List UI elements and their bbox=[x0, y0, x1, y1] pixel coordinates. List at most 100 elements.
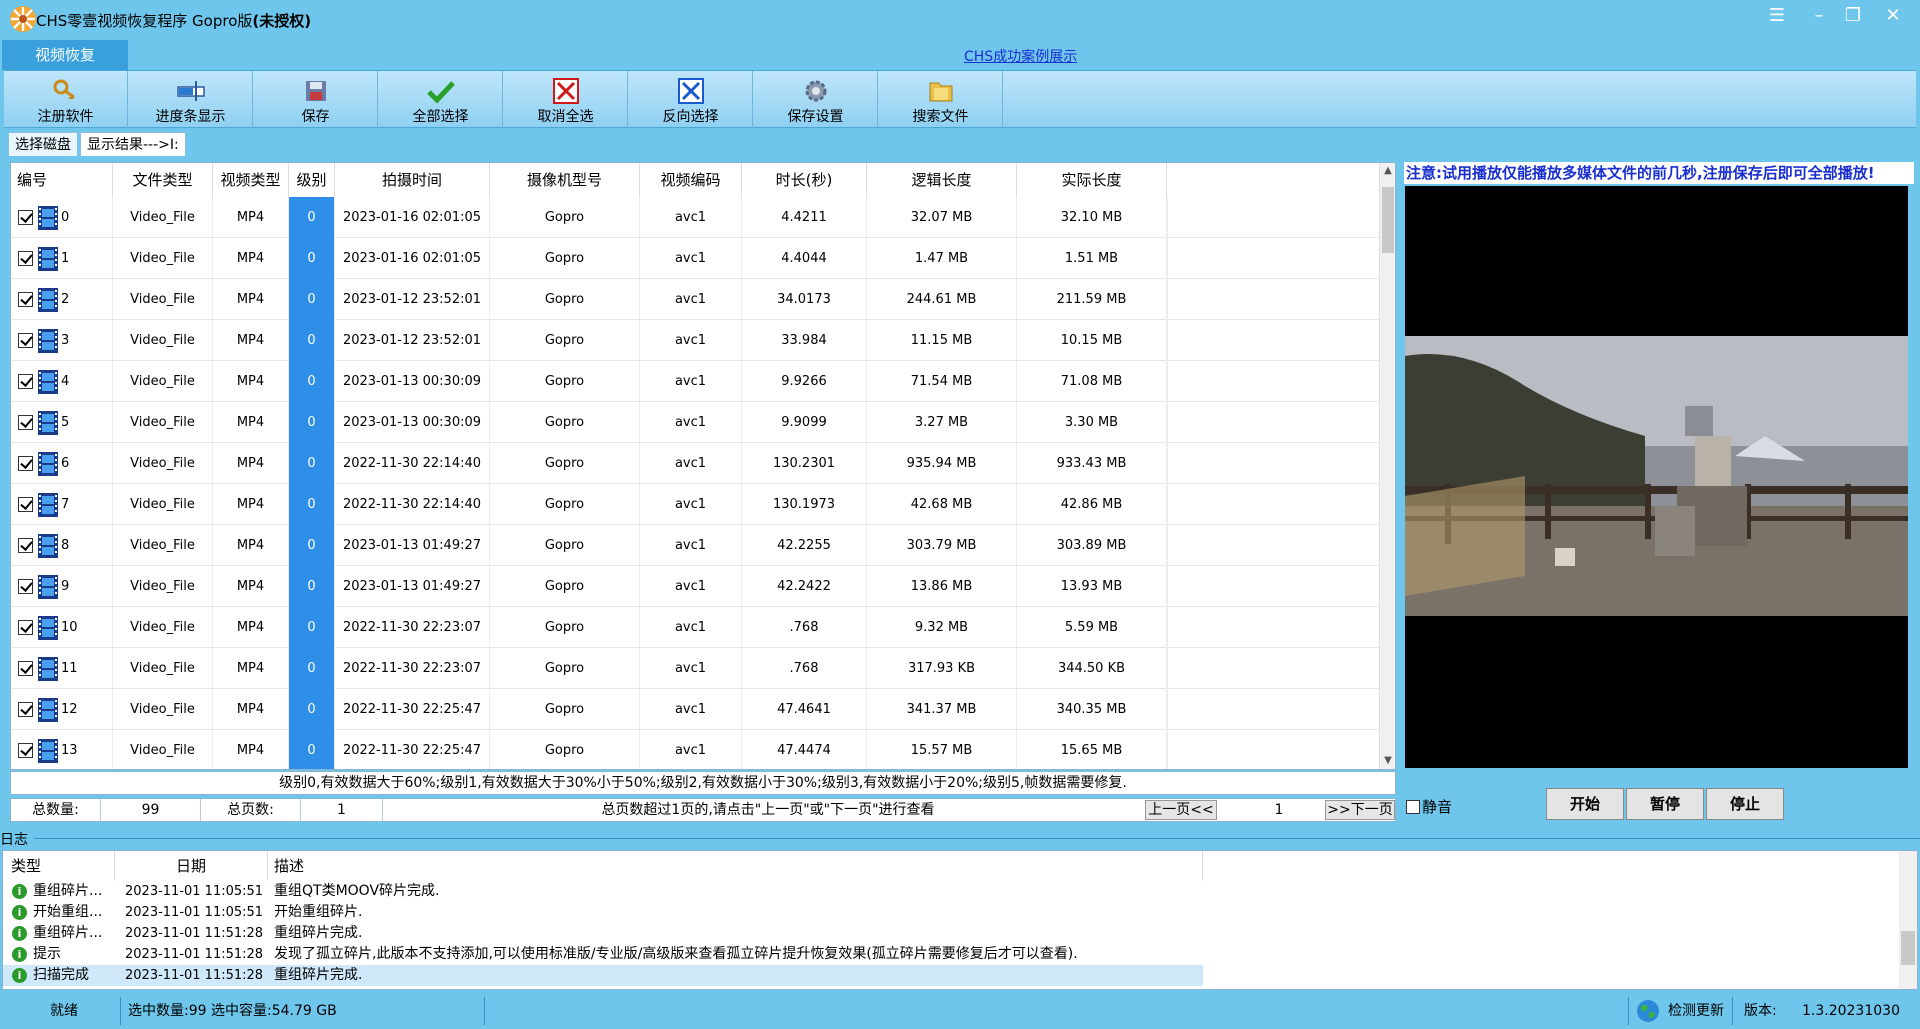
cell-camera: Gopro bbox=[490, 443, 640, 484]
table-row[interactable]: 5 Video_File MP4 0 2023-01-13 00:30:09 Gopro a… bbox=[11, 402, 1381, 443]
row-checkbox[interactable] bbox=[18, 333, 33, 348]
col-shot-time[interactable]: 拍摄时间 bbox=[335, 163, 490, 197]
table-row[interactable]: 7 Video_File MP4 0 2022-11-30 22:14:40 Gopro a… bbox=[11, 484, 1381, 525]
table-row[interactable]: 6 Video_File MP4 0 2022-11-30 22:14:40 Gopro a… bbox=[11, 443, 1381, 484]
next-page-button[interactable]: >>下一页 bbox=[1325, 800, 1395, 820]
log-row[interactable]: i 扫描完成 2023-11-01 11:51:28 重组碎片完成. bbox=[3, 965, 1203, 986]
cell-codec: avc1 bbox=[640, 607, 742, 648]
log-col-date[interactable]: 日期 bbox=[115, 851, 268, 881]
table-row[interactable]: 8 Video_File MP4 0 2023-01-13 01:49:27 Gopro a… bbox=[11, 525, 1381, 566]
save-settings-button[interactable]: 保存设置 bbox=[754, 71, 878, 129]
register-software-button[interactable]: 注册软件 bbox=[4, 71, 128, 129]
cell-duration: 130.2301 bbox=[742, 443, 867, 484]
cell-time: 2022-11-30 22:25:47 bbox=[335, 730, 490, 769]
check-update-link[interactable]: 检测更新 bbox=[1668, 993, 1724, 1029]
row-checkbox[interactable] bbox=[18, 620, 33, 635]
stop-button[interactable]: 停止 bbox=[1706, 788, 1784, 820]
progress-display-button[interactable]: 进度条显示 bbox=[129, 71, 253, 129]
col-duration[interactable]: 时长(秒) bbox=[742, 163, 867, 197]
cell-codec: avc1 bbox=[640, 566, 742, 607]
log-row[interactable]: i 开始重组... 2023-11-01 11:05:51 开始重组碎片. bbox=[3, 902, 1203, 923]
log-scrollbar[interactable] bbox=[1899, 851, 1917, 989]
info-icon: i bbox=[12, 926, 27, 941]
menu-icon[interactable]: ☰ bbox=[1762, 4, 1792, 28]
cell-codec: avc1 bbox=[640, 279, 742, 320]
col-video-type[interactable]: 视频类型 bbox=[213, 163, 289, 197]
table-row[interactable]: 2 Video_File MP4 0 2023-01-12 23:52:01 Gopro a… bbox=[11, 279, 1381, 320]
log-scroll-thumb[interactable] bbox=[1901, 931, 1915, 965]
current-page-input[interactable]: 1 bbox=[1219, 799, 1339, 821]
cell-ftype: Video_File bbox=[113, 320, 213, 361]
row-checkbox[interactable] bbox=[18, 743, 33, 758]
row-checkbox[interactable] bbox=[18, 210, 33, 225]
log-row[interactable]: i 重组碎片... 2023-11-01 11:05:51 重组QT类MOOV碎片完成… bbox=[3, 881, 1203, 902]
search-files-button[interactable]: 搜索文件 bbox=[879, 71, 1003, 129]
video-file-icon bbox=[38, 411, 58, 435]
maximize-button[interactable]: ❐ bbox=[1838, 4, 1868, 28]
row-end bbox=[1167, 197, 1168, 238]
cell-camera: Gopro bbox=[490, 361, 640, 402]
row-checkbox[interactable] bbox=[18, 579, 33, 594]
row-checkbox[interactable] bbox=[18, 251, 33, 266]
log-col-type[interactable]: 类型 bbox=[3, 851, 115, 881]
table-row[interactable]: 0 Video_File MP4 0 2023-01-16 02:01:05 Gopro a… bbox=[11, 197, 1381, 238]
status-separator bbox=[120, 997, 121, 1025]
table-row[interactable]: 3 Video_File MP4 0 2023-01-12 23:52:01 Gopro a… bbox=[11, 320, 1381, 361]
table-row[interactable]: 10 Video_File MP4 0 2022-11-30 22:23:07 Gopro… bbox=[11, 607, 1381, 648]
log-row[interactable]: i 重组碎片... 2023-11-01 11:51:28 重组碎片完成. bbox=[3, 923, 1203, 944]
table-row[interactable]: 11 Video_File MP4 0 2022-11-30 22:23:07 Gopro… bbox=[11, 648, 1381, 689]
col-level[interactable]: 级别 bbox=[289, 163, 335, 197]
cell-vtype: MP4 bbox=[213, 443, 289, 484]
col-actual-size[interactable]: 实际长度 bbox=[1017, 163, 1167, 197]
tab-show-results[interactable]: 显示结果--->I: bbox=[80, 132, 186, 156]
row-checkbox[interactable] bbox=[18, 374, 33, 389]
cell-ftype: Video_File bbox=[113, 197, 213, 238]
log-col-desc[interactable]: 描述 bbox=[268, 851, 1203, 881]
prev-page-button[interactable]: 上一页<< bbox=[1145, 800, 1217, 820]
row-index: 3 bbox=[61, 333, 70, 348]
row-checkbox[interactable] bbox=[18, 415, 33, 430]
col-codec[interactable]: 视频编码 bbox=[640, 163, 742, 197]
minimize-button[interactable]: – bbox=[1804, 4, 1834, 28]
cell-id: 9 bbox=[11, 566, 113, 607]
mute-box[interactable] bbox=[1406, 800, 1420, 814]
save-button[interactable]: 保存 bbox=[254, 71, 378, 129]
cell-level: 0 bbox=[289, 484, 335, 525]
col-camera-model[interactable]: 摄像机型号 bbox=[490, 163, 640, 197]
row-checkbox[interactable] bbox=[18, 538, 33, 553]
tab-select-disk[interactable]: 选择磁盘 bbox=[8, 132, 78, 156]
settings-icon bbox=[805, 80, 826, 102]
scroll-thumb[interactable] bbox=[1382, 187, 1394, 253]
close-button[interactable]: ✕ bbox=[1878, 4, 1908, 28]
log-row[interactable]: i 提示 2023-11-01 11:51:28 发现了孤立碎片,此版本不支持添加,可… bbox=[3, 944, 1203, 965]
row-checkbox[interactable] bbox=[18, 456, 33, 471]
success-cases-link[interactable]: CHS成功案例展示 bbox=[964, 46, 1077, 66]
row-checkbox[interactable] bbox=[18, 497, 33, 512]
table-scrollbar[interactable]: ▲ ▼ bbox=[1379, 163, 1395, 769]
pagination-hint: 总页数超过1页的,请点击"上一页"或"下一页"进行查看 bbox=[601, 802, 935, 818]
deselect-all-button[interactable]: 取消全选 bbox=[504, 71, 628, 129]
pause-button[interactable]: 暂停 bbox=[1626, 788, 1704, 820]
scroll-up-arrow[interactable]: ▲ bbox=[1380, 163, 1395, 179]
mute-checkbox[interactable]: 静音 bbox=[1406, 796, 1452, 817]
cell-ftype: Video_File bbox=[113, 402, 213, 443]
start-button[interactable]: 开始 bbox=[1546, 788, 1624, 820]
table-row[interactable]: 12 Video_File MP4 0 2022-11-30 22:25:47 Gopro… bbox=[11, 689, 1381, 730]
tab-video-recovery[interactable]: 视频恢复 bbox=[2, 40, 128, 70]
row-checkbox[interactable] bbox=[18, 702, 33, 717]
col-file-type[interactable]: 文件类型 bbox=[113, 163, 213, 197]
col-logical-size[interactable]: 逻辑长度 bbox=[867, 163, 1017, 197]
table-row[interactable]: 4 Video_File MP4 0 2023-01-13 00:30:09 Gopro a… bbox=[11, 361, 1381, 402]
cell-level: 0 bbox=[289, 402, 335, 443]
row-index: 0 bbox=[61, 210, 70, 225]
row-checkbox[interactable] bbox=[18, 661, 33, 676]
invert-selection-button[interactable]: 反向选择 bbox=[629, 71, 753, 129]
table-row[interactable]: 1 Video_File MP4 0 2023-01-16 02:01:05 Gopro a… bbox=[11, 238, 1381, 279]
table-row[interactable]: 9 Video_File MP4 0 2023-01-13 01:49:27 Gopro a… bbox=[11, 566, 1381, 607]
table-row[interactable]: 13 Video_File MP4 0 2022-11-30 22:25:47 Gopro… bbox=[11, 730, 1381, 769]
row-checkbox[interactable] bbox=[18, 292, 33, 307]
scroll-down-arrow[interactable]: ▼ bbox=[1380, 753, 1395, 769]
select-all-button[interactable]: 全部选择 bbox=[379, 71, 503, 129]
col-id[interactable]: 编号 bbox=[11, 163, 113, 197]
cell-ftype: Video_File bbox=[113, 566, 213, 607]
